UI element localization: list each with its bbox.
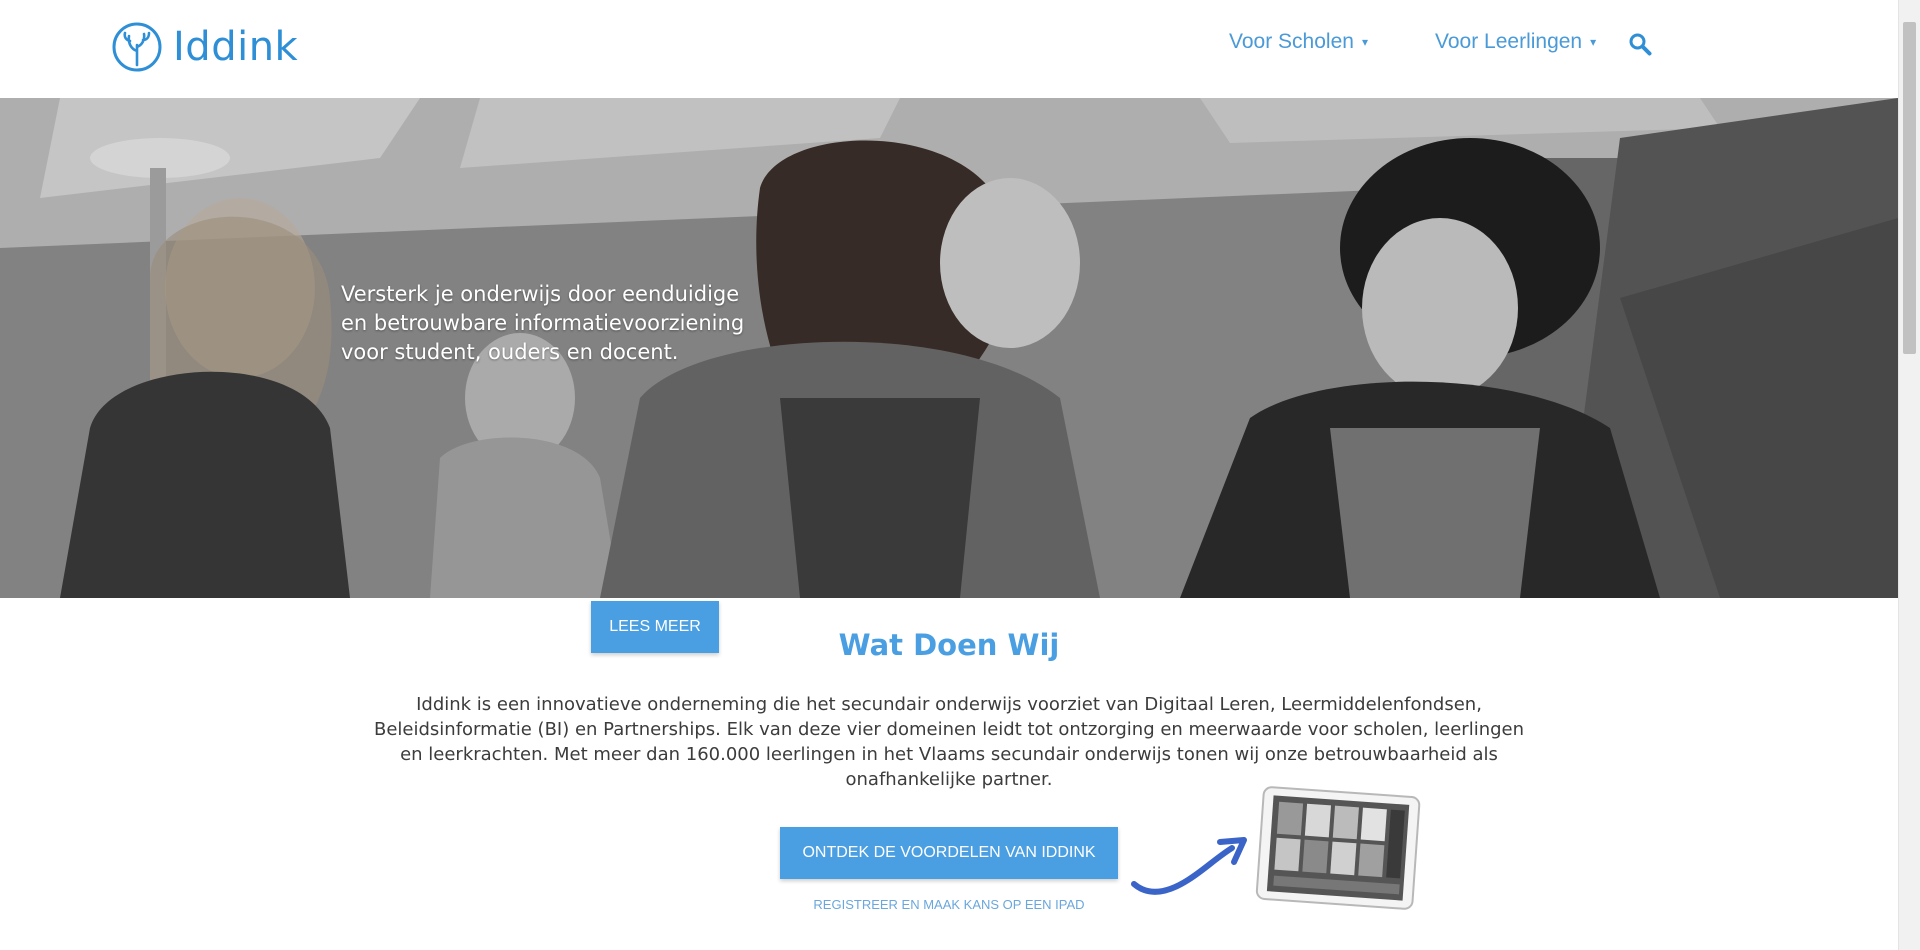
- logo[interactable]: Iddink: [111, 21, 298, 73]
- iddink-logo-icon: [112, 22, 162, 72]
- hero-banner: Versterk je onderwijs door eenduidige en…: [0, 98, 1898, 598]
- caret-down-icon: ▾: [1590, 35, 1597, 49]
- register-ipad-link[interactable]: REGISTREER EN MAAK KANS OP EEN IPAD: [780, 897, 1118, 912]
- page-scrollbar[interactable]: [1898, 0, 1920, 950]
- section-body: Iddink is een innovatieve onderneming di…: [373, 694, 1525, 790]
- search-icon[interactable]: [1628, 32, 1652, 56]
- hero-tagline: Versterk je onderwijs door eenduidige en…: [341, 282, 745, 364]
- scrollbar-thumb[interactable]: [1903, 22, 1916, 354]
- section-title: Wat Doen Wij: [838, 628, 1060, 662]
- nav-voor-scholen[interactable]: Voor Scholen ▾: [1229, 30, 1368, 54]
- nav-label: Voor Scholen: [1229, 30, 1354, 53]
- caret-down-icon: ▾: [1361, 35, 1368, 49]
- nav-voor-leerlingen[interactable]: Voor Leerlingen ▾: [1435, 30, 1596, 54]
- ontdek-voordelen-button[interactable]: ONTDEK DE VOORDELEN VAN IDDINK: [780, 827, 1118, 879]
- ipad-image[interactable]: [1252, 786, 1424, 912]
- nav-label: Voor Leerlingen: [1435, 30, 1583, 53]
- hero-photo: [0, 98, 1898, 598]
- site-header: Iddink Voor Scholen ▾ Voor Leerlingen ▾: [0, 0, 1898, 98]
- logo-text: Iddink: [173, 24, 299, 70]
- arrow-icon: [1131, 837, 1247, 895]
